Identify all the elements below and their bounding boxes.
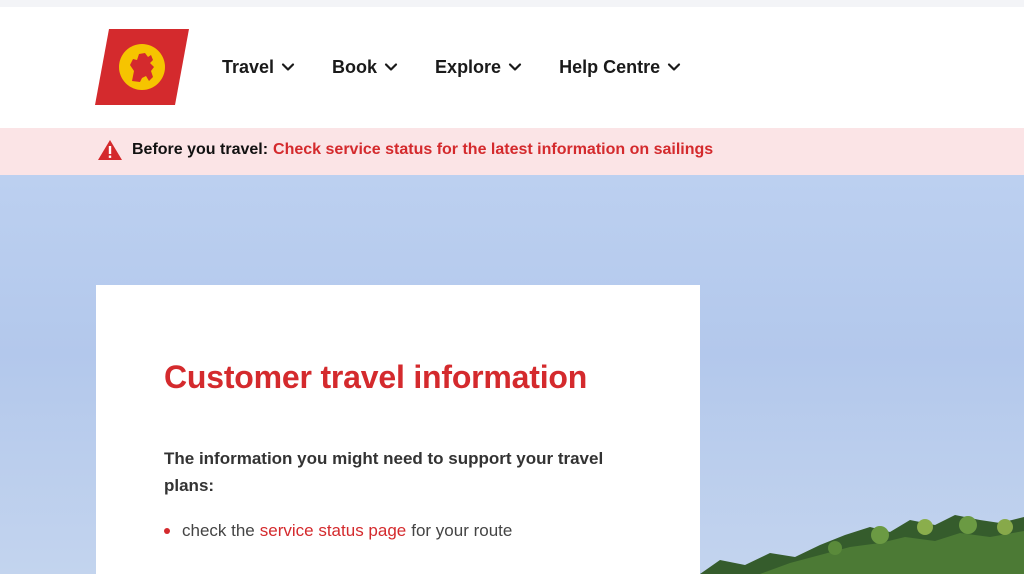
chevron-down-icon xyxy=(281,63,295,71)
service-status-page-link[interactable]: service status page xyxy=(260,521,406,541)
info-list: check the service status page for your r… xyxy=(164,521,512,541)
nav-item-explore[interactable]: Explore xyxy=(435,57,522,78)
lion-rampant-icon xyxy=(95,29,189,105)
list-item-text-before: check the xyxy=(182,521,255,540)
list-item: check the service status page for your r… xyxy=(164,521,512,541)
site-header: Travel Book Explore Help Centre xyxy=(0,7,1024,128)
nav-item-label: Help Centre xyxy=(559,56,661,77)
nav-item-label: Book xyxy=(332,56,378,77)
site-logo[interactable] xyxy=(95,29,189,105)
nav-item-label: Explore xyxy=(435,56,502,77)
service-status-link[interactable]: Check service status for the latest info… xyxy=(273,141,713,159)
warning-triangle-icon xyxy=(98,140,122,160)
chevron-down-icon xyxy=(668,63,681,71)
browser-top-strip xyxy=(0,0,1024,7)
main-nav: Travel Book Explore Help Centre xyxy=(222,53,718,81)
chevron-down-icon xyxy=(508,63,522,71)
info-card: Customer travel information The informat… xyxy=(96,285,700,574)
page-title: Customer travel information xyxy=(164,359,588,395)
nav-item-help-centre[interactable]: Help Centre xyxy=(559,57,681,78)
bullet-icon xyxy=(164,528,170,534)
nav-item-travel[interactable]: Travel xyxy=(222,57,295,78)
nav-item-label: Travel xyxy=(222,56,275,77)
alert-prefix: Before you travel: xyxy=(132,141,269,158)
nav-item-book[interactable]: Book xyxy=(332,57,398,78)
list-item-text-after: for your route xyxy=(411,521,513,540)
chevron-down-icon xyxy=(384,63,398,71)
card-intro-text: The information you might need to suppor… xyxy=(164,449,604,495)
alert-banner: Before you travel: Check service status … xyxy=(0,128,1024,175)
